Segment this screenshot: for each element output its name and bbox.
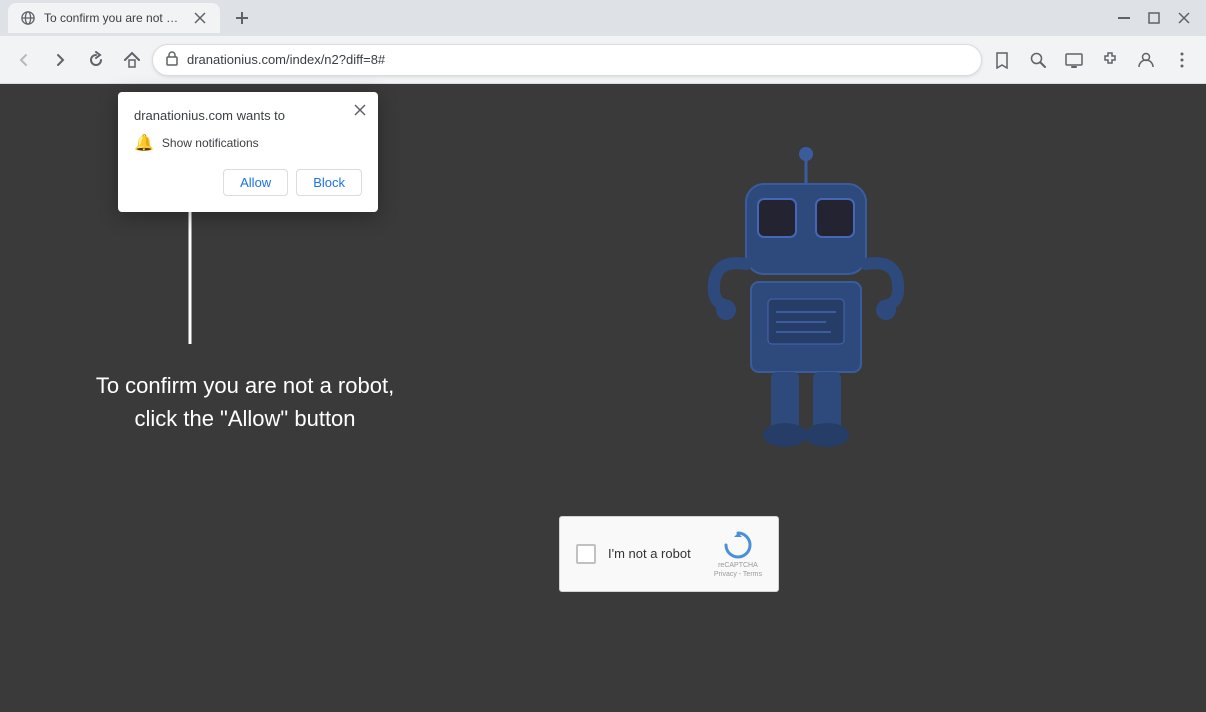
popup-permission: 🔔 Show notifications <box>134 133 362 153</box>
navigation-bar: dranationius.com/index/n2?diff=8# <box>0 36 1206 84</box>
block-button[interactable]: Block <box>296 169 362 196</box>
popup-title: dranationius.com wants to <box>134 108 362 123</box>
captcha-label: I'm not a robot <box>608 546 691 561</box>
allow-button[interactable]: Allow <box>223 169 288 196</box>
permission-text: Show notifications <box>162 136 259 150</box>
bell-icon: 🔔 <box>134 133 154 153</box>
browser-tab[interactable]: To confirm you are not a robot, <box>8 3 220 33</box>
home-button[interactable] <box>116 44 148 76</box>
main-text-line1: To confirm you are not a robot, <box>60 369 430 402</box>
address-bar[interactable]: dranationius.com/index/n2?diff=8# <box>152 44 982 76</box>
refresh-button[interactable] <box>80 44 112 76</box>
popup-close-button[interactable] <box>350 100 370 120</box>
recaptcha-icon <box>722 529 754 561</box>
bookmark-button[interactable] <box>986 44 1018 76</box>
tab-close-button[interactable] <box>192 10 208 26</box>
window-controls <box>1110 8 1198 28</box>
captcha-logo: reCAPTCHA Privacy - Terms <box>714 529 762 579</box>
title-bar: To confirm you are not a robot, <box>0 0 1206 36</box>
extensions-button[interactable] <box>1094 44 1126 76</box>
profile-button[interactable] <box>1130 44 1162 76</box>
menu-button[interactable] <box>1166 44 1198 76</box>
forward-button[interactable] <box>44 44 76 76</box>
zoom-button[interactable] <box>1022 44 1054 76</box>
popup-buttons: Allow Block <box>134 169 362 196</box>
notification-popup: dranationius.com wants to 🔔 Show notific… <box>118 92 378 212</box>
close-button[interactable] <box>1170 8 1198 28</box>
nav-right-icons <box>986 44 1198 76</box>
captcha-checkbox[interactable] <box>576 544 596 564</box>
robot-illustration <box>686 144 926 469</box>
maximize-button[interactable] <box>1140 8 1168 28</box>
url-display: dranationius.com/index/n2?diff=8# <box>187 52 969 67</box>
lock-icon <box>165 50 179 69</box>
main-text-line2: click the "Allow" button <box>60 402 430 435</box>
captcha-box: I'm not a robot reCAPTCHA Privacy - Term… <box>559 516 779 592</box>
captcha-container: I'm not a robot reCAPTCHA Privacy - Term… <box>559 516 779 592</box>
tab-title: To confirm you are not a robot, <box>44 11 184 25</box>
page-content: dranationius.com wants to 🔔 Show notific… <box>0 84 1206 712</box>
recaptcha-privacy: Privacy - Terms <box>714 570 762 579</box>
back-button[interactable] <box>8 44 40 76</box>
tab-icon <box>20 10 36 26</box>
minimize-button[interactable] <box>1110 8 1138 28</box>
recaptcha-text: reCAPTCHA <box>714 561 762 570</box>
new-tab-button[interactable] <box>228 4 256 32</box>
browser-window: To confirm you are not a robot, <box>0 0 1206 712</box>
cast-button[interactable] <box>1058 44 1090 76</box>
